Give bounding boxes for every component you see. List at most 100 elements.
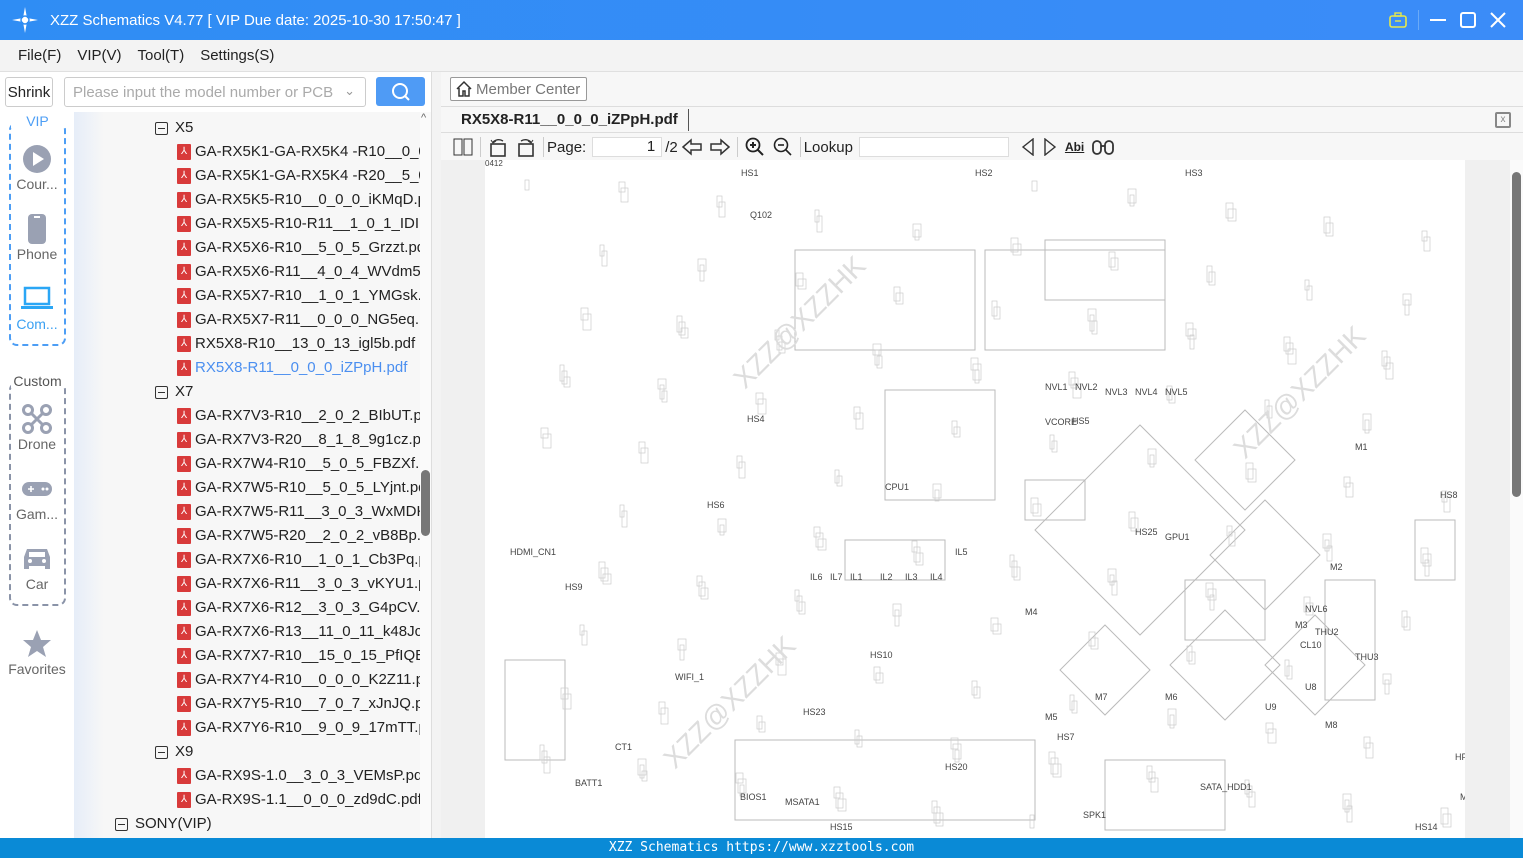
- tree-file-item[interactable]: ⅄ GA-RX7Y6-R10__9_0_9_17mTT.pd: [177, 716, 420, 740]
- component-pad: [618, 181, 626, 193]
- category-course[interactable]: Cour...: [0, 142, 74, 192]
- search-input[interactable]: Please input the model number or PCB ⌄: [64, 77, 366, 107]
- component-outline: [734, 739, 1036, 821]
- tree-file-item[interactable]: ⅄ GA-RX7Y5-R10__7_0_7_xJnJQ.pdf: [177, 692, 420, 716]
- close-button[interactable]: [1483, 0, 1513, 40]
- tree-file-item[interactable]: ⅄ GA-RX7V3-R20__8_1_8_9g1cz.pdf: [177, 428, 420, 452]
- tree-file-item[interactable]: ⅄ GA-RX5X6-R11__4_0_4_WVdm5.p: [177, 260, 420, 284]
- next-page-icon[interactable]: [709, 138, 730, 156]
- component-pad: [991, 300, 998, 317]
- category-phone[interactable]: Phone: [0, 212, 74, 262]
- tree-scrollbar[interactable]: ^: [420, 112, 431, 838]
- category-favorites[interactable]: Favorites: [0, 627, 74, 677]
- tree-file-item[interactable]: ⅄ GA-RX5X5-R10-R11__1_0_1_IDIN:: [177, 212, 420, 236]
- tree-file-item[interactable]: ⅄ GA-RX7X7-R10__15_0_15_PfIQB.p: [177, 644, 420, 668]
- rotate-right-icon[interactable]: [516, 137, 536, 157]
- app-logo-icon: [0, 0, 50, 40]
- tree-file-item[interactable]: ⅄ RX5X8-R10__13_0_13_igl5b.pdf: [177, 332, 415, 356]
- component-pad: [1365, 742, 1374, 759]
- find-previous-icon[interactable]: [1021, 138, 1035, 156]
- component-pad: [1032, 503, 1042, 517]
- close-all-tabs-icon[interactable]: x: [1495, 112, 1511, 128]
- category-game[interactable]: Gam...: [0, 472, 74, 522]
- menu-tool[interactable]: Tool(T): [138, 47, 185, 64]
- schematic-label: M2: [1330, 562, 1343, 572]
- tree-file-item[interactable]: ⅄ GA-RX7W5-R11__3_0_3_WxMDK.: [177, 500, 420, 524]
- tree-file-item[interactable]: ⅄ GA-RX7W4-R10__5_0_5_FBZXf.pd: [177, 452, 420, 476]
- schematic-label: NVL1: [1045, 382, 1068, 392]
- tree-file-item[interactable]: ⅄ GA-RX7W5-R20__2_0_2_vB8Bp.pc: [177, 524, 420, 548]
- tab-document[interactable]: RX5X8-R11__0_0_0_iZPpH.pdf: [461, 111, 678, 128]
- category-label: Phone: [16, 246, 58, 262]
- page-number-input[interactable]: 1: [592, 137, 663, 157]
- match-case-button[interactable]: Abi: [1065, 140, 1084, 154]
- chevron-down-icon[interactable]: ⌄: [344, 83, 355, 99]
- category-car[interactable]: Car: [0, 542, 74, 592]
- schematic-label: 0412: [485, 160, 503, 168]
- tree-file-item[interactable]: ⅄ GA-RX7W5-R10__5_0_5_LYjnt.pdf: [177, 476, 420, 500]
- component-pad: [1207, 588, 1217, 601]
- component-pad: [661, 390, 668, 403]
- window-title: XZZ Schematics V4.77 [ VIP Due date: 202…: [50, 11, 461, 29]
- zoom-out-icon[interactable]: [773, 137, 793, 157]
- tree-folder-item[interactable]: SONY(VIP): [115, 812, 212, 836]
- tree-file-item[interactable]: ⅄ GA-RX7X6-R10__1_0_1_Cb3Pq.pd: [177, 548, 420, 572]
- tree-item-label: GA-RX7V3-R10__2_0_2_BIbUT.pdf: [195, 407, 420, 424]
- find-next-icon[interactable]: [1043, 138, 1057, 156]
- rotate-left-icon[interactable]: [488, 137, 508, 157]
- document-viewport[interactable]: 0412 HS1 HS2 HS3 Q102 CPU1 GPU1 HS4 HS5 HS6 HS7 HS8…: [441, 160, 1523, 838]
- tree-file-item[interactable]: ⅄ GA-RX5K1-GA-RX5K4 -R10__0_0_: [177, 140, 420, 164]
- chip-outline: [1169, 609, 1281, 721]
- tree-file-item[interactable]: ⅄ GA-RX7X6-R13__11_0_11_k48Jc.p: [177, 620, 420, 644]
- component-pad: [1052, 763, 1062, 778]
- tree-file-item[interactable]: ⅄ GA-RX7X6-R11__3_0_3_vKYU1.pd: [177, 572, 420, 596]
- component-pad: [582, 313, 592, 331]
- menu-settings[interactable]: Settings(S): [200, 47, 274, 64]
- minimize-button[interactable]: [1423, 0, 1453, 40]
- member-center-button[interactable]: Member Center: [450, 77, 587, 101]
- tree-folder-item[interactable]: X7: [155, 380, 193, 404]
- vip-briefcase-icon[interactable]: [1383, 0, 1413, 40]
- component-pad: [1363, 736, 1371, 749]
- binoculars-icon[interactable]: [1092, 138, 1115, 156]
- menu-file[interactable]: File(F): [18, 47, 61, 64]
- lookup-input[interactable]: [858, 137, 1009, 157]
- component-pad: [954, 749, 960, 763]
- category-drone[interactable]: Drone: [0, 402, 74, 452]
- tree-file-item[interactable]: ⅄ GA-RX5X7-R10__1_0_1_YMGsk.pc: [177, 284, 420, 308]
- tree-file-item[interactable]: ⅄ GA-RX7V3-R10__2_0_2_BIbUT.pdf: [177, 404, 420, 428]
- component-pad: [1011, 560, 1018, 578]
- previous-page-icon[interactable]: [681, 138, 702, 156]
- tree-file-item[interactable]: ⅄ GA-RX7Y4-R10__0_0_0_K2Z11.pd: [177, 668, 420, 692]
- tree-file-item[interactable]: ⅄ RX5X8-R11__0_0_0_iZPpH.pdf: [177, 356, 407, 380]
- component-pad: [1265, 722, 1274, 734]
- tree-file-item[interactable]: ⅄ GA-RX5X6-R10__5_0_5_Grzzt.pdf: [177, 236, 420, 260]
- collapse-icon[interactable]: [155, 745, 168, 759]
- component-pad: [1147, 448, 1157, 465]
- shrink-button[interactable]: Shrink: [5, 77, 53, 107]
- schematic-page[interactable]: 0412 HS1 HS2 HS3 Q102 CPU1 GPU1 HS4 HS5 HS6 HS7 HS8…: [485, 160, 1499, 838]
- tree-file-item[interactable]: ⅄ GA-RX9S-1.1__0_0_0_zd9dC.pdf: [177, 788, 420, 812]
- tree-item-label: GA-RX5K1-GA-RX5K4 -R20__5_0_: [195, 167, 420, 184]
- component-pad: [875, 672, 884, 684]
- collapse-icon[interactable]: [115, 817, 128, 831]
- category-computer[interactable]: Com...: [0, 282, 74, 332]
- menu-vip[interactable]: VIP(V): [77, 47, 121, 64]
- tree-file-item[interactable]: ⅄ GA-RX5K5-R10__0_0_0_iKMqD.pc: [177, 188, 420, 212]
- tree-file-item[interactable]: ⅄ GA-RX5K1-GA-RX5K4 -R20__5_0_: [177, 164, 420, 188]
- maximize-button[interactable]: [1453, 0, 1483, 40]
- tree-folder-item[interactable]: X9: [155, 740, 193, 764]
- two-page-view-icon[interactable]: [453, 138, 473, 156]
- tree-item-label: GA-RX7X6-R11__3_0_3_vKYU1.pd: [195, 575, 420, 592]
- tree-file-item[interactable]: ⅄ GA-RX5X7-R11__0_0_0_NG5eq.pc: [177, 308, 420, 332]
- tree-folder-item[interactable]: X5: [155, 116, 193, 140]
- tree-file-item[interactable]: ⅄ GA-RX7X6-R12__3_0_3_G4pCV.pc: [177, 596, 420, 620]
- document-scrollbar[interactable]: [1510, 160, 1523, 838]
- tree-file-item[interactable]: ⅄ GA-RX9S-1.0__3_0_3_VEMsP.pdf: [177, 764, 420, 788]
- component-pad: [1225, 202, 1234, 219]
- zoom-in-icon[interactable]: [745, 137, 765, 157]
- collapse-icon[interactable]: [155, 385, 168, 399]
- search-button[interactable]: [376, 77, 425, 106]
- collapse-icon[interactable]: [155, 121, 168, 135]
- component-pad: [620, 187, 629, 203]
